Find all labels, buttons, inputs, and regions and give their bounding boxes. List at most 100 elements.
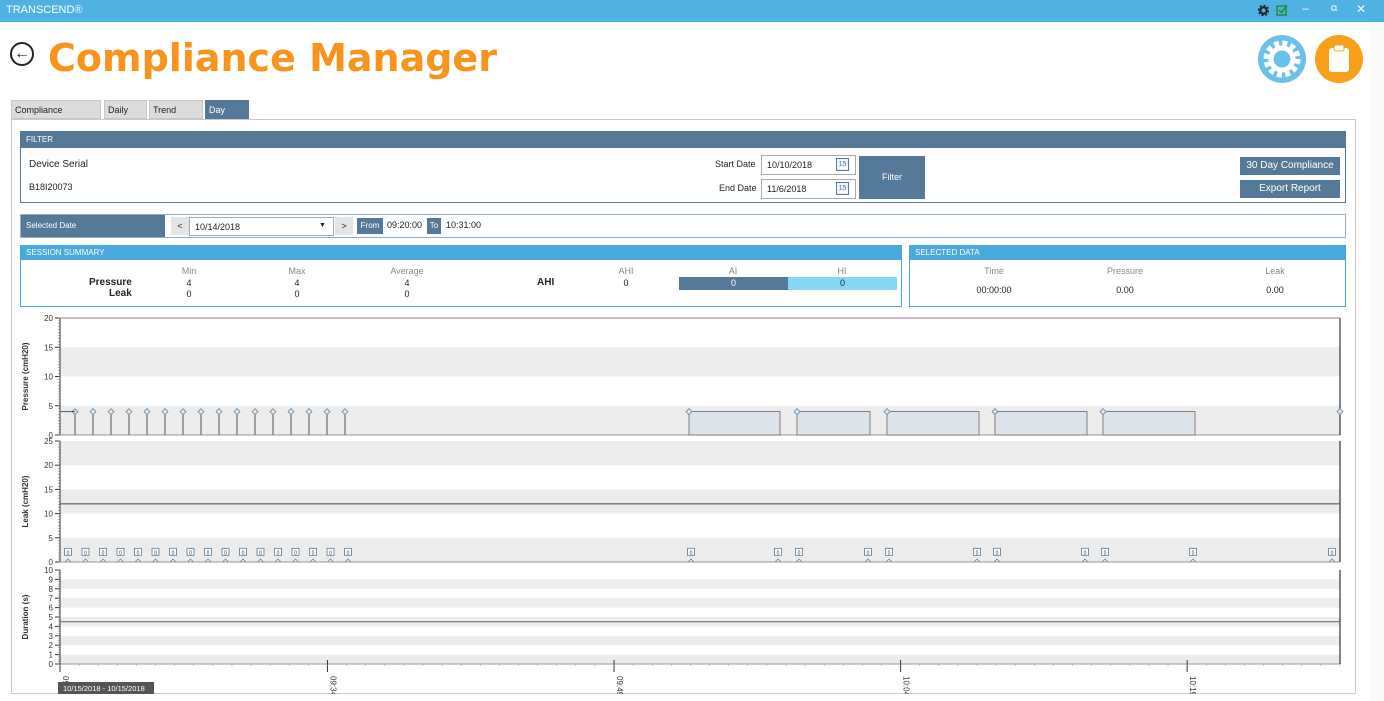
hi-header: HI (837, 266, 847, 276)
date-selection-row: Selected Date < 10/14/2018 ▼ > From 09:2… (20, 214, 1346, 238)
leak-event-label: 0 (798, 550, 801, 556)
back-arrow-icon[interactable]: ← (10, 42, 34, 66)
time-header: Time (984, 266, 1004, 276)
minimize-icon[interactable]: – (1302, 1, 1309, 15)
leak-event-label: 0 (867, 550, 870, 556)
title-bar: TRANSCEND® – ⧉ ✕ (0, 0, 1384, 22)
y-tick-label: 8 (49, 585, 54, 594)
y-tick-label: 10 (44, 566, 53, 575)
grid-band (60, 347, 1340, 377)
from-label: From (357, 218, 383, 234)
pressure-session-block (886, 411, 980, 436)
leak-event-label: 0 (1331, 550, 1334, 556)
check-icon[interactable] (1276, 4, 1288, 16)
export-report-button[interactable]: Export Report (1240, 180, 1340, 198)
leak-event-label: 0 (67, 550, 70, 556)
leak-event-label: 0 (277, 550, 280, 556)
leak-event-label: 0 (102, 550, 105, 556)
leak-event-label: 0 (1084, 550, 1087, 556)
hi-value: 0 (788, 277, 897, 290)
y-tick-label: 10 (44, 373, 53, 382)
end-calendar-icon[interactable]: 15 (836, 182, 849, 195)
y-tick-label: 20 (44, 314, 53, 323)
leak-event-label: 0 (777, 550, 780, 556)
selected-date-label: Selected Date (21, 215, 165, 237)
x-tick-label: 09:49 (615, 676, 624, 694)
tab-daily-list[interactable]: Daily List (104, 100, 147, 134)
y-tick-label: 15 (44, 485, 53, 494)
next-date-button[interactable]: > (335, 217, 353, 235)
page-title: Compliance Manager (48, 36, 497, 80)
leak-event-label: 0 (119, 550, 122, 556)
leak-event-label: 0 (347, 550, 350, 556)
start-calendar-icon[interactable]: 15 (836, 158, 849, 171)
day-graph-chart[interactable]: 05101520Pressure (cmH20)0510152025Leak (… (12, 308, 1354, 694)
y-tick-label: 2 (49, 641, 54, 650)
leak-event-label: 0 (888, 550, 891, 556)
leak-event-label: 0 (189, 550, 192, 556)
leak-event-label: 0 (312, 550, 315, 556)
device-serial-label: Device Serial (29, 159, 88, 170)
settings-icon[interactable] (1258, 5, 1269, 16)
y-tick-label: 9 (49, 575, 54, 584)
y-tick-label: 25 (44, 437, 53, 446)
ai-header: AI (728, 266, 738, 276)
pressure-min: 4 (186, 278, 192, 288)
leak-event-label: 0 (1104, 550, 1107, 556)
pressure-session-block (796, 411, 871, 436)
min-header: Min (181, 266, 197, 276)
tab-trend-graph[interactable]: Trend Graph (149, 100, 203, 134)
average-header: Average (390, 266, 424, 276)
leak-value: 0.00 (1266, 285, 1284, 295)
y-axis-label: Leak (cmH20) (21, 475, 30, 527)
grid-band (60, 635, 1340, 646)
y-tick-label: 10 (44, 510, 53, 519)
leak-average: 0 (404, 289, 410, 299)
leak-event-label: 0 (976, 550, 979, 556)
to-time[interactable]: 10:31:00 (446, 220, 481, 230)
max-header: Max (288, 266, 306, 276)
y-axis-label: Duration (s) (21, 594, 30, 639)
leak-event-label: 0 (137, 550, 140, 556)
pressure-value: 0.00 (1116, 285, 1134, 295)
leak-min: 0 (186, 289, 192, 299)
tab-day-graph[interactable]: Day Graph (205, 100, 249, 134)
leak-event-label: 0 (84, 550, 87, 556)
grid-band (60, 654, 1340, 664)
leak-event-label: 0 (154, 550, 157, 556)
leak-max: 0 (294, 289, 300, 299)
clipboard-icon[interactable] (1315, 35, 1363, 83)
device-serial-value: B18I20073 (29, 182, 73, 192)
ahi-label: AHI (537, 277, 555, 288)
close-icon[interactable]: ✕ (1356, 2, 1366, 16)
grid-band (60, 537, 1340, 562)
pressure-header: Pressure (1106, 266, 1143, 276)
page-scrollbar[interactable] (1370, 22, 1384, 701)
session-summary-panel: SESSION SUMMARY Min Max Average Pressure… (20, 245, 902, 307)
selected-data-bar: SELECTED DATA (910, 246, 1345, 260)
prev-date-button[interactable]: < (171, 217, 189, 235)
pressure-session-block (1102, 411, 1196, 436)
date-range-label: 10/15/2018 - 10/15/2018 (63, 684, 145, 693)
date-select[interactable]: 10/14/2018 (189, 217, 334, 236)
leak-event-label: 0 (294, 550, 297, 556)
tab-compliance-summary[interactable]: Compliance Summary (11, 100, 101, 134)
chevron-down-icon[interactable]: ▼ (319, 222, 326, 229)
grid-band (60, 489, 1340, 514)
gear-icon[interactable] (1258, 35, 1306, 83)
y-tick-label: 5 (49, 402, 54, 411)
pressure-max: 4 (294, 278, 300, 288)
filter-button[interactable]: Filter (859, 156, 925, 199)
to-label: To (427, 218, 441, 234)
y-tick-label: 0 (49, 660, 54, 669)
restore-icon[interactable]: ⧉ (1331, 3, 1337, 14)
thirty-day-compliance-button[interactable]: 30 Day Compliance (1240, 157, 1340, 175)
y-tick-label: 7 (49, 594, 54, 603)
y-tick-label: 1 (49, 651, 54, 660)
grid-band (60, 441, 1340, 466)
selected-data-panel: SELECTED DATA Time 00:00:00 Pressure 0.0… (909, 245, 1346, 307)
y-tick-label: 6 (49, 604, 54, 613)
from-time[interactable]: 09:20:00 (387, 220, 422, 230)
pressure-session-block (688, 411, 781, 436)
y-tick-label: 4 (49, 622, 54, 631)
